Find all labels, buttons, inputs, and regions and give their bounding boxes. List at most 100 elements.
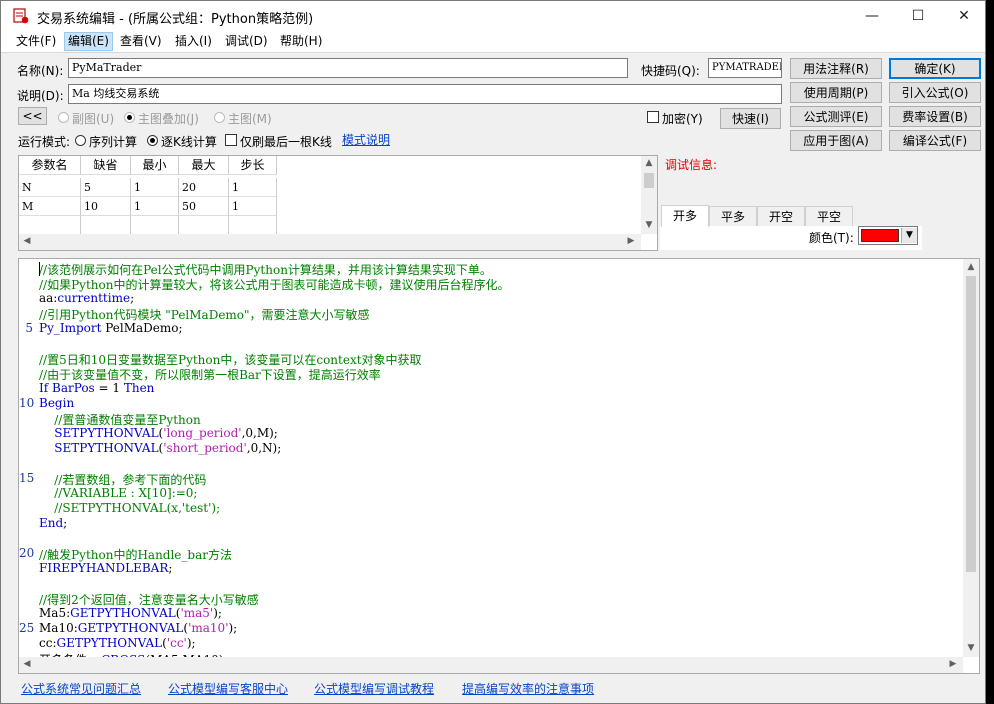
- scroll-down-icon[interactable]: ▼: [641, 220, 657, 230]
- param-cell-empty[interactable]: [19, 216, 81, 235]
- editor-vscrollbar[interactable]: ▲ ▼: [963, 259, 979, 657]
- param-cell[interactable]: 1: [131, 178, 179, 197]
- param-cell-empty[interactable]: [229, 216, 277, 235]
- radio-subchart-label: 副图(U): [72, 112, 115, 126]
- param-vscrollbar[interactable]: ▲ ▼: [641, 156, 657, 234]
- code-token: //置普通数值变量至Python: [39, 413, 201, 427]
- menu-debug[interactable]: 调试(D): [222, 33, 271, 50]
- import-formula-button[interactable]: 引入公式(O): [889, 82, 981, 103]
- code-token: Ma5:: [39, 606, 71, 620]
- code-line[interactable]: SETPYTHONVAL('short_period',0,N);: [39, 441, 281, 455]
- code-token: 'ma5': [180, 606, 214, 620]
- formula-evaluate-button[interactable]: 公式测评(E): [790, 106, 882, 127]
- scroll-right-icon[interactable]: ▶: [625, 236, 637, 246]
- menu-edit[interactable]: 编辑(E): [64, 32, 113, 51]
- use-period-button[interactable]: 使用周期(P): [790, 82, 882, 103]
- menu-insert[interactable]: 插入(I): [172, 33, 215, 50]
- code-line[interactable]: End;: [39, 516, 67, 530]
- code-token: //该范例展示如何在Pel公式代码中调用Python计算结果，并用该计算结果实现…: [39, 263, 492, 277]
- param-cell[interactable]: 5: [81, 178, 131, 197]
- scroll-down-icon[interactable]: ▼: [963, 643, 979, 653]
- code-line[interactable]: Py_Import PelMaDemo;: [39, 321, 183, 335]
- radio-per-bar-calc[interactable]: [147, 135, 158, 146]
- debug-tutorial-link[interactable]: 公式模型编写调试教程: [314, 680, 434, 697]
- param-hscrollbar[interactable]: ◀ ▶: [19, 234, 641, 250]
- code-line[interactable]: cc:GETPYTHONVAL('cc');: [39, 636, 196, 650]
- code-line[interactable]: Ma5:GETPYTHONVAL('ma5');: [39, 606, 222, 620]
- radio-main-overlay[interactable]: [124, 112, 135, 123]
- param-cell[interactable]: 50: [179, 197, 229, 216]
- quick-button[interactable]: 快速(I): [720, 108, 781, 129]
- code-line[interactable]: Begin: [39, 396, 74, 410]
- code-line[interactable]: //SETPYTHONVAL(x,'test');: [39, 501, 220, 515]
- param-header-max: 最大: [179, 156, 229, 175]
- chevron-down-icon[interactable]: ▼: [901, 228, 917, 243]
- param-cell[interactable]: 1: [131, 197, 179, 216]
- maximize-button[interactable]: ☐: [895, 1, 941, 31]
- service-center-link[interactable]: 公式模型编写客服中心: [168, 680, 288, 697]
- line-number: 15: [19, 471, 35, 485]
- scroll-left-icon[interactable]: ◀: [21, 659, 33, 669]
- code-token: currenttime: [57, 291, 131, 305]
- menu-help[interactable]: 帮助(H): [277, 33, 325, 50]
- scroll-up-icon[interactable]: ▲: [641, 158, 657, 168]
- ok-button[interactable]: 确定(K): [889, 58, 981, 79]
- fee-settings-button[interactable]: 费率设置(B): [889, 106, 981, 127]
- editor-vscroll-thumb[interactable]: [966, 276, 976, 572]
- mode-help-link[interactable]: 模式说明: [342, 131, 390, 148]
- menu-view[interactable]: 查看(V): [117, 33, 165, 50]
- code-token: GETPYTHONVAL: [77, 621, 184, 635]
- param-cell[interactable]: 20: [179, 178, 229, 197]
- radio-series-calc-label: 序列计算: [89, 135, 138, 149]
- param-cell-empty[interactable]: [81, 216, 131, 235]
- minimize-button[interactable]: —: [849, 1, 895, 31]
- radio-series-calc[interactable]: [75, 135, 86, 146]
- param-vscroll-thumb[interactable]: [644, 173, 654, 188]
- code-line[interactable]: Ma10:GETPYTHONVAL('ma10');: [39, 621, 237, 635]
- scroll-up-icon[interactable]: ▲: [963, 262, 979, 272]
- code-editor[interactable]: //该范例展示如何在Pel公式代码中调用Python计算结果，并用该计算结果实现…: [18, 258, 980, 674]
- code-token: //如果Python中的计算量较大，将该公式用于图表可能造成卡顿，建议使用后台程…: [39, 278, 510, 292]
- color-select[interactable]: ▼: [858, 226, 918, 245]
- param-cell[interactable]: N: [19, 178, 81, 197]
- usage-notes-button[interactable]: 用法注释(R): [790, 58, 882, 79]
- apply-to-chart-button[interactable]: 应用于图(A): [790, 130, 882, 151]
- description-input[interactable]: Ma 均线交易系统: [68, 84, 782, 104]
- code-line[interactable]: If BarPos = 1 Then: [39, 381, 154, 395]
- radio-subchart[interactable]: [58, 112, 69, 123]
- menu-file[interactable]: 文件(F): [13, 33, 59, 50]
- radio-per-bar-calc-label: 逐K线计算: [161, 135, 217, 149]
- description-label: 说明(D):: [17, 89, 64, 103]
- scroll-left-icon[interactable]: ◀: [21, 236, 33, 246]
- tab-open-short[interactable]: 开空: [757, 206, 805, 226]
- param-cell[interactable]: 1: [229, 178, 277, 197]
- tab-close-short[interactable]: 平空: [805, 206, 853, 226]
- tab-open-long[interactable]: 开多: [661, 205, 709, 227]
- code-line[interactable]: aa:currenttime;: [39, 291, 134, 305]
- faq-link[interactable]: 公式系统常见问题汇总: [21, 680, 141, 697]
- param-cell[interactable]: 1: [229, 197, 277, 216]
- efficiency-tips-link[interactable]: 提高编写效率的注意事项: [462, 680, 594, 697]
- editor-hscrollbar[interactable]: ◀ ▶: [19, 657, 963, 673]
- compile-formula-button[interactable]: 编译公式(F): [889, 130, 981, 151]
- param-cell[interactable]: 10: [81, 197, 131, 216]
- param-cell-empty[interactable]: [131, 216, 179, 235]
- param-cell-empty[interactable]: [179, 216, 229, 235]
- close-button[interactable]: ✕: [941, 1, 985, 31]
- name-input[interactable]: PyMaTrader: [68, 58, 628, 78]
- tab-close-long[interactable]: 平多: [709, 206, 757, 226]
- shortcut-input[interactable]: PYMATRADER: [708, 58, 782, 78]
- collapse-button[interactable]: <<: [18, 107, 47, 125]
- code-token: 'short_period': [163, 441, 247, 455]
- last-bar-only-checkbox[interactable]: [225, 134, 237, 146]
- code-token: 'ma10': [188, 621, 229, 635]
- code-line[interactable]: //VARIABLE : X[10]:=0;: [39, 486, 197, 500]
- encrypt-checkbox[interactable]: [647, 111, 659, 123]
- code-line[interactable]: FIREPYHANDLEBAR;: [39, 561, 172, 575]
- line-number: 25: [19, 621, 35, 635]
- code-line[interactable]: SETPYTHONVAL('long_period',0,M);: [39, 426, 278, 440]
- param-cell[interactable]: M: [19, 197, 81, 216]
- scroll-right-icon[interactable]: ▶: [947, 659, 959, 669]
- radio-main-chart[interactable]: [214, 112, 225, 123]
- title-bar[interactable]: 交易系统编辑 - (所属公式组：Python策略范例) — ☐ ✕: [1, 1, 985, 31]
